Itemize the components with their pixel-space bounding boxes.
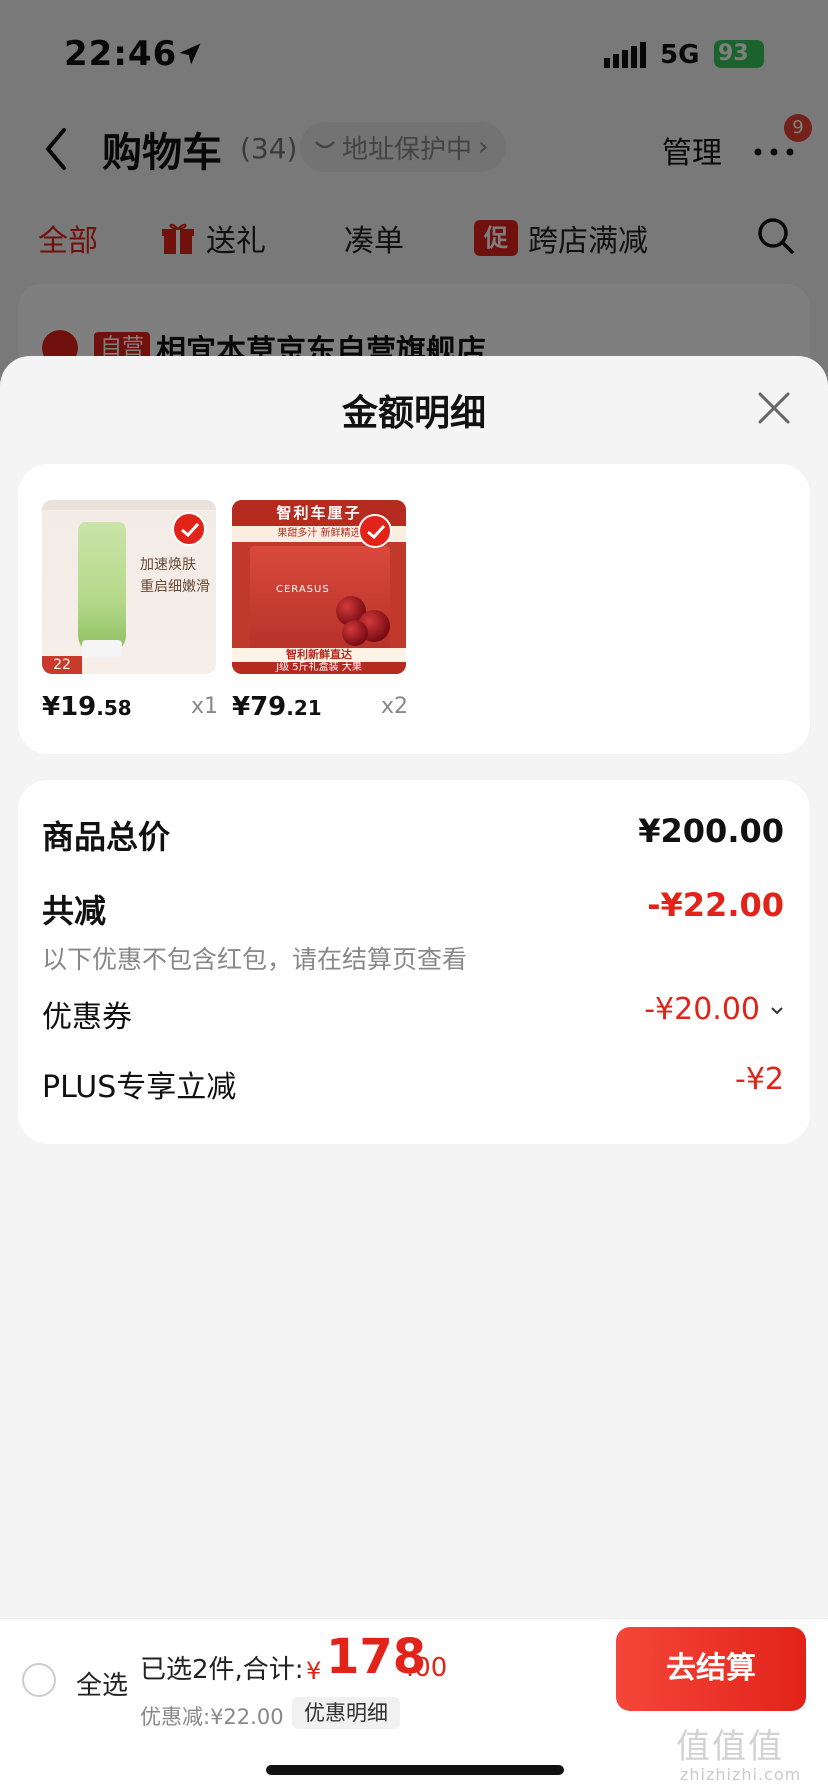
discount-summary: 优惠减:¥22.00	[140, 1705, 284, 1729]
image-footer-spec: J级 5斤礼盒装 大果	[232, 662, 406, 674]
coupon-value[interactable]: -¥20.00	[644, 992, 784, 1027]
total-price-value: ¥200.00	[638, 812, 784, 850]
coupon-amount: -¥20.00	[644, 992, 760, 1027]
selected-count-text: 已选2件,合计:	[140, 1655, 304, 1685]
item-price: ¥19.58	[42, 692, 132, 722]
discount-note: 以下优惠不包含红包，请在结算页查看	[42, 945, 468, 974]
tube-graphic	[78, 522, 126, 652]
plus-discount-value: -¥2	[735, 1062, 784, 1097]
amount-detail-sheet: 金额明细 加速焕肤 重启细嫩滑 22 ¥19.58 x1 智利车厘子 果甜多汁 …	[0, 356, 828, 1792]
price-integer: ¥19	[42, 692, 97, 722]
item-quantity: x2	[380, 694, 408, 719]
image-brand-text: CERASUS	[276, 584, 330, 595]
product-item[interactable]: 加速焕肤 重启细嫩滑 22 ¥19.58 x1	[42, 500, 218, 722]
product-image-text: 加速焕肤 重启细嫩滑	[140, 554, 210, 598]
image-badge: 22	[42, 656, 82, 674]
image-footer-text: 智利新鲜直达	[232, 648, 406, 662]
discount-detail-button[interactable]: 优惠明细	[292, 1697, 400, 1729]
image-text-line: 重启细嫩滑	[140, 579, 210, 595]
image-top-strip	[42, 500, 216, 510]
product-image: 智利车厘子 果甜多汁 新鲜精选 CERASUS 智利新鲜直达 J级 5斤礼盒装 …	[232, 500, 406, 674]
total-price-label: 商品总价	[42, 818, 171, 856]
price-integer: ¥79	[232, 692, 287, 722]
image-text-line: 加速焕肤	[140, 557, 196, 573]
checkout-button[interactable]: 去结算	[616, 1627, 806, 1711]
item-checked-icon[interactable]	[358, 514, 392, 548]
total-discount-value: -¥22.00	[647, 886, 784, 924]
total-amount-decimal: .00	[406, 1653, 448, 1683]
cherry-graphic	[342, 620, 368, 646]
watermark-url: zhizhizhi.com	[680, 1765, 802, 1784]
total-currency: ¥	[306, 1657, 322, 1685]
price-decimal: .21	[286, 696, 322, 720]
select-all-radio[interactable]	[22, 1663, 56, 1697]
plus-discount-label: PLUS专享立减	[42, 1070, 237, 1105]
sheet-title: 金额明细	[341, 393, 486, 434]
checkout-bar: 全选 已选2件,合计: ¥ 178 .00 优惠减:¥22.00 优惠明细 去结…	[0, 1618, 828, 1792]
item-quantity: x1	[190, 694, 218, 719]
select-all-label[interactable]: 全选	[76, 1665, 128, 1702]
tube-cap-graphic	[82, 640, 122, 658]
coupon-label: 优惠券	[42, 1000, 132, 1035]
total-discount-label: 共减	[42, 892, 107, 930]
chevron-down-icon	[771, 1006, 783, 1014]
product-image: 加速焕肤 重启细嫩滑 22	[42, 500, 216, 674]
product-item[interactable]: 智利车厘子 果甜多汁 新鲜精选 CERASUS 智利新鲜直达 J级 5斤礼盒装 …	[232, 500, 408, 722]
item-checked-icon[interactable]	[172, 512, 206, 546]
item-price: ¥79.21	[232, 692, 322, 722]
close-icon[interactable]	[756, 390, 792, 426]
home-indicator[interactable]	[266, 1765, 564, 1775]
watermark: 值值值	[676, 1727, 784, 1767]
items-card: 加速焕肤 重启细嫩滑 22 ¥19.58 x1 智利车厘子 果甜多汁 新鲜精选 …	[18, 464, 810, 754]
price-decimal: .58	[96, 696, 132, 720]
price-summary-card: 商品总价 ¥200.00 共减 -¥22.00 以下优惠不包含红包，请在结算页查…	[18, 780, 810, 1144]
